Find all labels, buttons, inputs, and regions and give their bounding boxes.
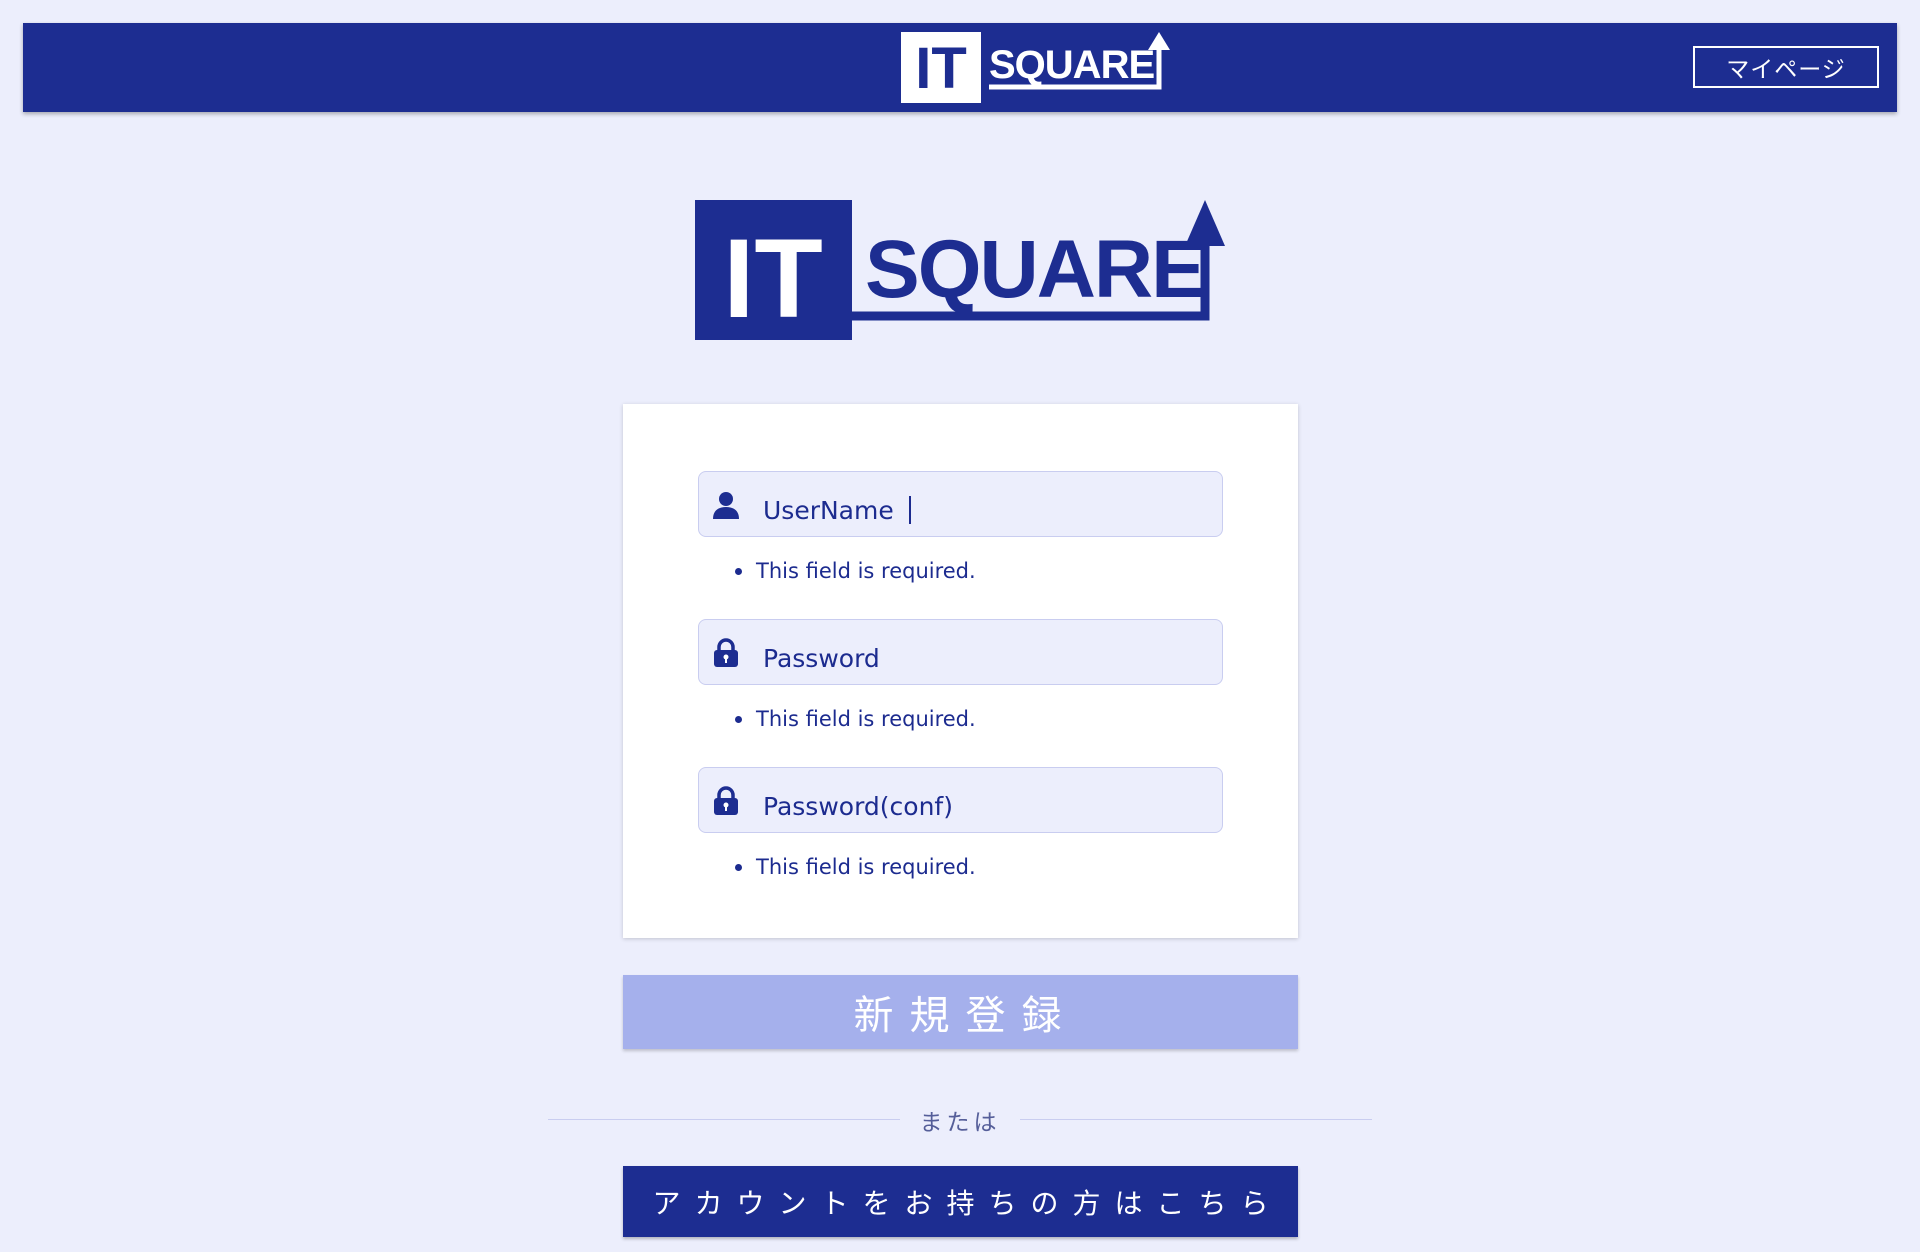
username-error: This field is required. bbox=[735, 559, 976, 583]
header-logo-square-text: SQUARE bbox=[989, 43, 1154, 87]
password-field[interactable]: Password bbox=[698, 619, 1223, 685]
header-bar: IT SQUARE マイページ bbox=[23, 23, 1897, 112]
logo-square-text: SQUARE bbox=[865, 224, 1204, 315]
lock-icon bbox=[714, 786, 738, 815]
registration-form: UserName This field is required. Passwor… bbox=[623, 404, 1298, 938]
register-button[interactable]: 新規登録 bbox=[623, 975, 1298, 1049]
lock-icon bbox=[714, 638, 738, 667]
password-confirm-field[interactable]: Password(conf) bbox=[698, 767, 1223, 833]
user-icon bbox=[713, 492, 739, 519]
username-error-text: This field is required. bbox=[756, 559, 976, 583]
divider-right bbox=[1020, 1119, 1372, 1120]
password-confirm-placeholder: Password(conf) bbox=[763, 792, 953, 821]
login-link-button[interactable]: アカウントをお持ちの方はこちら bbox=[623, 1166, 1298, 1237]
username-field[interactable]: UserName bbox=[698, 471, 1223, 537]
bullet-icon bbox=[735, 863, 742, 871]
username-placeholder: UserName bbox=[763, 496, 894, 525]
password-placeholder: Password bbox=[763, 644, 880, 673]
logo-it-text: IT bbox=[723, 216, 823, 340]
header-logo-it-text: IT bbox=[915, 36, 967, 101]
password-error-text: This field is required. bbox=[756, 707, 976, 731]
password-confirm-error-text: This field is required. bbox=[756, 855, 976, 879]
bullet-icon bbox=[735, 715, 742, 723]
divider-left bbox=[548, 1119, 900, 1120]
mypage-button[interactable]: マイページ bbox=[1693, 46, 1879, 88]
main-logo: IT SQUARE bbox=[695, 200, 1225, 340]
or-divider-text: または bbox=[919, 1110, 1001, 1136]
password-confirm-error: This field is required. bbox=[735, 855, 976, 879]
text-caret bbox=[909, 496, 911, 524]
password-error: This field is required. bbox=[735, 707, 976, 731]
bullet-icon bbox=[735, 567, 742, 575]
header-logo[interactable]: IT SQUARE bbox=[901, 32, 1173, 103]
